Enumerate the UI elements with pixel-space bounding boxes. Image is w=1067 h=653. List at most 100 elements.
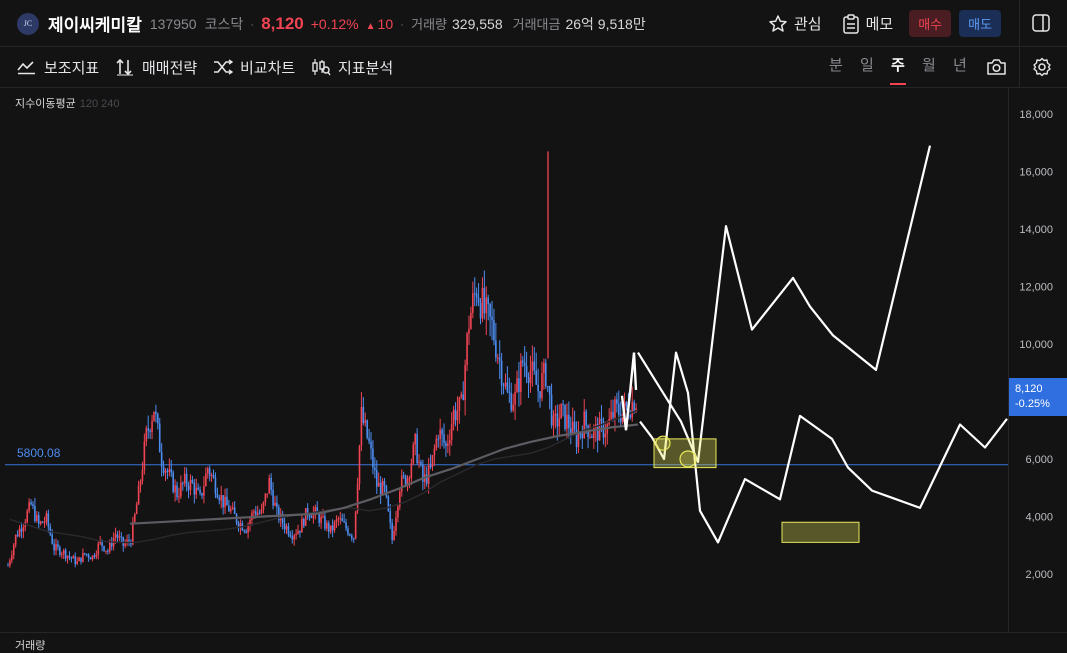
period-month[interactable]: 월 bbox=[922, 47, 936, 85]
candle-body bbox=[612, 411, 614, 418]
candle-body bbox=[443, 434, 445, 444]
candle-body bbox=[51, 534, 53, 544]
candle-body bbox=[331, 525, 334, 531]
candle-body bbox=[389, 510, 392, 523]
candle-body bbox=[464, 365, 466, 400]
candle-body bbox=[224, 496, 226, 508]
period-day[interactable]: 일 bbox=[860, 47, 874, 85]
y-tick-label: 18,000 bbox=[1019, 109, 1053, 121]
candle-body bbox=[226, 496, 228, 506]
candle-body bbox=[289, 534, 292, 537]
candle-body bbox=[447, 443, 449, 447]
candle-body bbox=[310, 516, 313, 519]
period-minute[interactable]: 분 bbox=[829, 47, 843, 85]
y-tick-label: 4,000 bbox=[1025, 512, 1053, 524]
candle-body bbox=[120, 536, 123, 538]
candle-body bbox=[351, 535, 353, 539]
candle-body bbox=[230, 508, 232, 512]
candle-body bbox=[631, 402, 634, 418]
candle-body bbox=[600, 418, 603, 421]
panel-toggle-icon bbox=[1032, 14, 1050, 32]
candle-body bbox=[418, 461, 420, 464]
candle-body bbox=[70, 557, 73, 559]
candle-body bbox=[199, 489, 201, 494]
candle-body bbox=[80, 557, 82, 562]
candle-body bbox=[427, 465, 430, 484]
candle-body bbox=[9, 560, 11, 566]
candle-body bbox=[231, 507, 234, 509]
current-price: 8,120 bbox=[261, 13, 304, 33]
candle-body bbox=[93, 555, 96, 557]
candle-body bbox=[97, 543, 100, 555]
analysis-button[interactable]: 지표분석 bbox=[311, 47, 393, 87]
panel-toggle-button[interactable] bbox=[1032, 14, 1050, 37]
candle-body bbox=[57, 544, 59, 548]
candle-body bbox=[212, 474, 215, 478]
candle-body bbox=[512, 404, 514, 411]
screenshot-button[interactable] bbox=[986, 58, 1007, 81]
settings-button[interactable] bbox=[1032, 57, 1052, 82]
candle-body bbox=[429, 465, 432, 468]
strategy-label: 매매전략 bbox=[142, 59, 198, 77]
candle-body bbox=[191, 479, 194, 483]
candle-body bbox=[481, 287, 484, 319]
candle-body bbox=[335, 519, 338, 522]
watch-button[interactable]: 관심 bbox=[768, 13, 822, 34]
candle-body bbox=[452, 409, 455, 425]
candle-body bbox=[216, 493, 219, 498]
compare-label: 비교차트 bbox=[240, 59, 296, 77]
candle-body bbox=[500, 360, 503, 386]
memo-button[interactable]: 메모 bbox=[842, 13, 893, 34]
candle-body bbox=[172, 472, 174, 493]
period-year[interactable]: 년 bbox=[953, 47, 967, 85]
candle-body bbox=[260, 509, 263, 513]
candle-body bbox=[527, 377, 530, 383]
price-axis-border bbox=[1008, 88, 1009, 633]
candle-body bbox=[318, 513, 320, 523]
candle-body bbox=[41, 521, 44, 523]
candle-body bbox=[564, 404, 566, 429]
stock-name[interactable]: 제이씨케미칼 bbox=[48, 11, 142, 36]
price-chart[interactable]: 2,0004,0006,0008,00010,00012,00014,00016… bbox=[0, 88, 1067, 633]
candle-body bbox=[562, 403, 564, 405]
candle-body bbox=[520, 360, 522, 392]
buy-button[interactable]: 매수 bbox=[909, 10, 952, 37]
candle-body bbox=[489, 304, 491, 317]
candle-body bbox=[55, 544, 57, 551]
candle-body bbox=[448, 439, 451, 444]
candle-body bbox=[356, 483, 359, 512]
candle-body bbox=[556, 413, 559, 427]
candle-body bbox=[441, 429, 443, 435]
candle-body bbox=[568, 414, 570, 429]
change-amount: ▲ 10 bbox=[366, 16, 393, 32]
candle-body bbox=[114, 534, 117, 539]
candle-body bbox=[124, 543, 126, 546]
candle-body bbox=[498, 357, 501, 361]
candle-body bbox=[28, 502, 30, 512]
candle-body bbox=[479, 302, 482, 319]
candle-body bbox=[12, 544, 15, 556]
volume-label: 거래량 bbox=[411, 17, 447, 32]
candle-body bbox=[439, 429, 441, 439]
candle-body bbox=[274, 502, 276, 506]
candle-body bbox=[181, 482, 184, 484]
strategy-button[interactable]: 매매전략 bbox=[115, 47, 197, 87]
candle-body bbox=[153, 411, 155, 421]
candle-body bbox=[420, 461, 422, 465]
candle-body bbox=[195, 487, 198, 495]
y-tick-label: 6,000 bbox=[1025, 454, 1053, 466]
indicator-button[interactable]: 보조지표 bbox=[17, 47, 99, 87]
candle-body bbox=[20, 528, 23, 532]
candle-body bbox=[485, 297, 488, 314]
compare-button[interactable]: 비교차트 bbox=[213, 47, 295, 87]
sell-button[interactable]: 매도 bbox=[959, 10, 1002, 37]
candle-body bbox=[535, 370, 538, 385]
candle-body bbox=[210, 474, 213, 476]
annotation-circle bbox=[655, 435, 671, 451]
candle-body bbox=[116, 534, 119, 538]
candle-body bbox=[470, 312, 472, 329]
analysis-label: 지표분석 bbox=[338, 59, 394, 77]
candle-body bbox=[552, 415, 555, 426]
period-week[interactable]: 주 bbox=[890, 47, 906, 85]
candle-body bbox=[285, 526, 288, 530]
